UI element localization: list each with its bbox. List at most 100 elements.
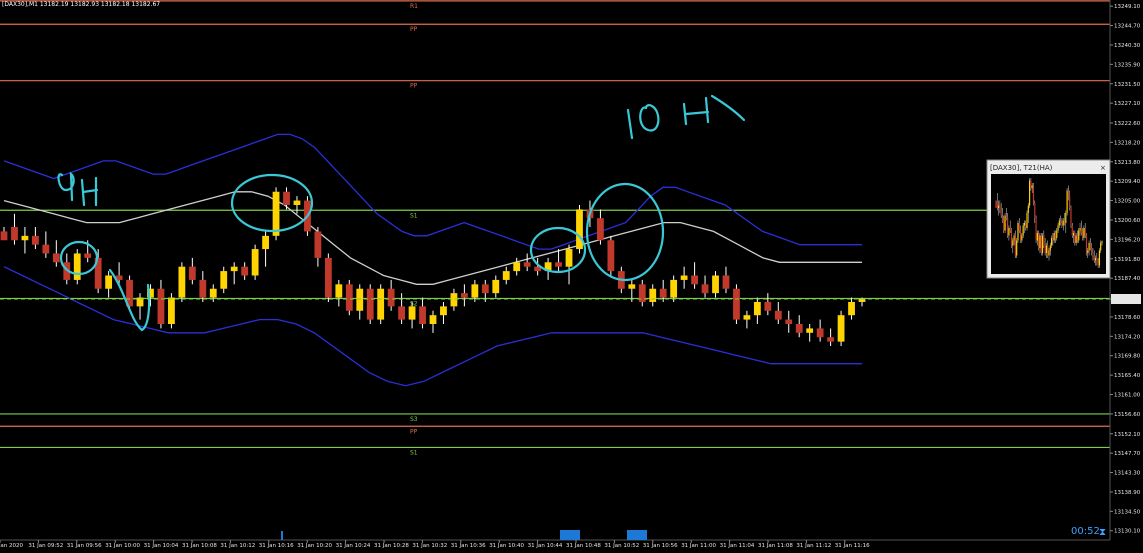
- inset-close-icon[interactable]: ×: [1100, 164, 1106, 172]
- inset-body: [999, 205, 1001, 211]
- inset-body: [1005, 215, 1007, 218]
- inset-body: [1034, 203, 1036, 218]
- candle-body: [440, 306, 447, 316]
- candle-body: [764, 301, 772, 311]
- y-tick-label: 13196.20: [1114, 237, 1141, 243]
- volume-tick-marker: [560, 530, 580, 540]
- inset-body: [1084, 228, 1086, 236]
- candle-body: [827, 337, 835, 342]
- candle-body: [753, 301, 761, 316]
- inset-body: [1072, 233, 1075, 236]
- inset-body: [1067, 190, 1069, 196]
- x-tick-label: 31 Jan 10:00: [105, 543, 140, 549]
- candle-body: [398, 306, 406, 320]
- y-tick-label: 13227.10: [1114, 101, 1141, 107]
- candle-body: [188, 266, 196, 280]
- candle-body: [272, 191, 280, 236]
- annotation-9h-9: [57, 171, 75, 202]
- inset-body: [1088, 243, 1090, 251]
- inset-body: [1017, 223, 1019, 241]
- inset-body: [1097, 263, 1099, 266]
- candle-body: [607, 240, 615, 272]
- inset-title: [DAX30], T21(HA): [990, 164, 1053, 172]
- candle-body: [450, 293, 458, 307]
- y-tick-label: 13249.10: [1114, 4, 1141, 10]
- y-tick-label: 13187.40: [1114, 276, 1141, 282]
- candle-body: [42, 244, 50, 254]
- inset-body: [1100, 243, 1102, 251]
- inset-body: [1043, 235, 1045, 246]
- candle-body: [52, 253, 60, 263]
- inset-body: [1040, 235, 1042, 253]
- x-tick-label: 31 Jan 11:16: [835, 543, 870, 549]
- candle-body: [806, 328, 814, 333]
- y-tick-label: 13222.60: [1114, 121, 1141, 127]
- candle-body: [199, 279, 207, 298]
- candle-body: [481, 284, 489, 294]
- inset-body: [1061, 223, 1063, 226]
- inset-body: [1083, 228, 1085, 238]
- inset-window[interactable]: [DAX30], T21(HA) ×: [986, 159, 1111, 279]
- y-tick-label: 13191.80: [1114, 257, 1141, 263]
- candle-body: [168, 297, 175, 324]
- y-tick-label: 13134.50: [1114, 509, 1141, 515]
- inset-body: [1065, 213, 1067, 223]
- inset-body: [1038, 233, 1040, 248]
- candle-body: [262, 235, 269, 250]
- x-tick-label: 31 Jan 10:08: [182, 543, 217, 549]
- candle-body: [565, 249, 573, 267]
- candles: [0, 187, 866, 347]
- x-tick-label: 31 Jan 11:08: [758, 543, 793, 549]
- candle-body: [293, 200, 301, 205]
- x-tick-label: 31 Jan 10:44: [528, 543, 563, 549]
- hourglass-icon: ⧗: [1099, 527, 1106, 538]
- inset-body: [1050, 238, 1053, 246]
- inset-body: [1074, 233, 1076, 243]
- inset-body: [1018, 223, 1020, 231]
- x-tick-label: 31 Jan 11:12: [796, 543, 831, 549]
- level-label-3: S1: [410, 212, 418, 219]
- current-price-label: 13182.67: [1113, 297, 1140, 303]
- inset-body: [1010, 230, 1013, 246]
- candle-body: [460, 293, 468, 298]
- y-tick-label: 13169.80: [1114, 354, 1141, 360]
- inset-body: [1085, 235, 1088, 253]
- x-tick-label: 31 Jan 11:00: [681, 543, 716, 549]
- candle-body: [345, 284, 353, 311]
- candle-body: [743, 315, 751, 320]
- candle-body: [492, 279, 500, 294]
- inset-body: [1019, 230, 1022, 241]
- y-tick-label: 13130.10: [1114, 529, 1141, 535]
- candle-body: [429, 315, 437, 324]
- inset-body: [1048, 250, 1050, 256]
- y-tick-label: 13209.40: [1114, 179, 1141, 185]
- inset-body: [1004, 215, 1006, 231]
- level-label-1: PP: [410, 26, 418, 33]
- inset-body: [1032, 185, 1035, 203]
- inset-body: [1035, 218, 1037, 241]
- level-label-5: S3: [410, 416, 418, 423]
- candle-body: [628, 284, 636, 289]
- candle-body: [21, 235, 29, 241]
- candle-body: [356, 288, 364, 311]
- candle-body: [597, 218, 604, 241]
- candle-body: [513, 262, 521, 272]
- candle-body: [555, 262, 562, 267]
- inset-body: [1027, 205, 1029, 213]
- annotation-10h-h: [682, 94, 746, 126]
- y-tick-label: 13213.80: [1114, 160, 1141, 166]
- level-label-7: S1: [410, 449, 418, 456]
- price-chart[interactable]: R1PPPPS1S2S3PPS1 13249.1013244.7013240.3…: [0, 0, 1143, 553]
- volume-tick-marker: [281, 531, 283, 540]
- candle-body: [209, 288, 217, 298]
- inset-body: [1000, 210, 1002, 216]
- level-label-0: R1: [410, 3, 418, 10]
- annotation-9h-h: [80, 176, 99, 207]
- y-tick-label: 13240.30: [1114, 43, 1141, 49]
- inset-body: [1076, 235, 1079, 241]
- x-tick-label: 31 Jan 10:52: [604, 543, 639, 549]
- candle-body: [680, 275, 688, 280]
- candle-body: [502, 271, 510, 280]
- candle-body: [241, 266, 249, 276]
- candle-body: [722, 275, 730, 289]
